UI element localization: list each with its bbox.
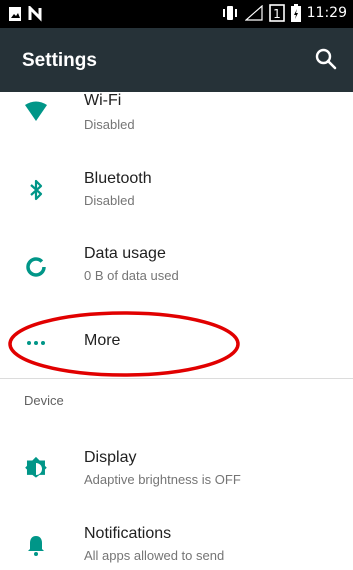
settings-item-subtitle: Disabled (84, 193, 135, 208)
image-icon (9, 7, 21, 21)
settings-item-bluetooth[interactable]: Bluetooth Disabled (0, 158, 353, 228)
status-right-icons: 1 11:29 (221, 4, 347, 22)
app-toolbar: Settings (0, 28, 353, 92)
vibrate-icon (222, 6, 237, 20)
status-time: 11:29 (306, 5, 347, 21)
data-usage-icon (26, 257, 46, 277)
bluetooth-icon (30, 179, 43, 201)
settings-item-subtitle: Disabled (84, 117, 135, 132)
status-left-icons (8, 6, 44, 22)
settings-item-notifications[interactable]: Notifications All apps allowed to send (0, 513, 353, 570)
settings-item-subtitle: Adaptive brightness is OFF (84, 472, 241, 487)
search-icon[interactable] (313, 46, 339, 72)
settings-item-title: Notifications (84, 525, 172, 542)
n-icon (28, 6, 42, 22)
page-title: Settings (22, 50, 97, 71)
annotation-ellipse (8, 311, 240, 377)
battery-icon (290, 4, 301, 22)
svg-text:1: 1 (273, 7, 281, 21)
settings-item-data-usage[interactable]: Data usage 0 B of data used (0, 233, 353, 303)
status-bar: 1 11:29 (0, 0, 353, 28)
display-icon (25, 456, 47, 478)
section-divider (0, 378, 353, 379)
wifi-icon (25, 101, 47, 121)
settings-item-display[interactable]: Display Adaptive brightness is OFF (0, 437, 353, 507)
settings-item-wifi[interactable]: Wi-Fi Disabled (0, 92, 353, 140)
section-header-device: Device (24, 393, 64, 408)
settings-item-title: Wi-Fi (84, 92, 122, 109)
settings-item-title: Display (84, 449, 137, 466)
sim-icon: 1 (268, 4, 285, 22)
settings-item-title: Data usage (84, 245, 166, 262)
settings-item-title: Bluetooth (84, 170, 152, 187)
settings-item-subtitle: All apps allowed to send (84, 548, 225, 563)
settings-item-subtitle: 0 B of data used (84, 268, 179, 283)
signal-icon (244, 5, 263, 21)
bell-icon (28, 536, 44, 556)
